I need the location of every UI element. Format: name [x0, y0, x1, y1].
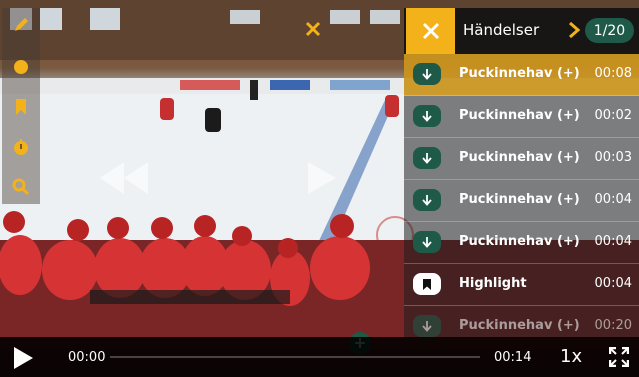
play-button[interactable] — [12, 346, 34, 374]
event-row[interactable]: Highlight 00:04 — [404, 264, 639, 306]
event-label: Puckinnehav (+) — [459, 318, 580, 333]
event-label: Puckinnehav (+) — [459, 192, 580, 207]
arrow-down-icon — [413, 231, 441, 253]
event-label: Puckinnehav (+) — [459, 150, 580, 165]
arrow-down-icon — [413, 315, 441, 337]
event-row[interactable]: Puckinnehav (+) 00:04 — [404, 222, 639, 264]
event-time: 00:08 — [594, 66, 632, 81]
arrow-down-icon — [413, 105, 441, 127]
event-time: 00:04 — [594, 192, 632, 207]
fullscreen-icon[interactable] — [608, 346, 630, 371]
events-panel: Händelser 1/20 Puckinnehav (+) 00:08 Pucki… — [404, 8, 639, 337]
close-icon[interactable] — [295, 11, 331, 47]
event-label: Puckinnehav (+) — [459, 108, 580, 123]
event-time: 00:04 — [594, 234, 632, 249]
arrow-down-icon — [413, 63, 441, 85]
arrow-down-icon — [413, 189, 441, 211]
player-controls: 00:00 00:14 1x — [0, 337, 639, 377]
event-list: Puckinnehav (+) 00:08 Puckinnehav (+) 00:02… — [404, 54, 639, 337]
total-time: 00:14 — [494, 350, 532, 365]
play-icon — [14, 347, 33, 369]
event-row[interactable]: Puckinnehav (+) 00:04 — [404, 180, 639, 222]
event-counter-badge: 1/20 — [585, 18, 634, 43]
event-time: 00:20 — [594, 318, 632, 333]
event-row[interactable]: Puckinnehav (+) 00:03 — [404, 138, 639, 180]
event-label: Puckinnehav (+) — [459, 66, 580, 81]
search-icon[interactable] — [10, 176, 32, 198]
bookmark-icon[interactable] — [10, 96, 32, 118]
event-row[interactable]: Puckinnehav (+) 00:08 — [404, 54, 639, 96]
timer-icon[interactable] — [10, 136, 32, 158]
event-row[interactable]: Puckinnehav (+) 00:20 — [404, 306, 639, 337]
pencil-icon[interactable] — [10, 14, 32, 36]
event-time: 00:02 — [594, 108, 632, 123]
events-panel-header: Händelser 1/20 — [404, 8, 639, 54]
chevron-right-icon[interactable] — [568, 21, 581, 43]
annotation-toolbar — [2, 8, 40, 204]
circle-icon[interactable] — [10, 56, 32, 78]
seek-bar[interactable] — [110, 356, 480, 358]
playback-speed-button[interactable]: 1x — [560, 346, 582, 367]
event-time: 00:03 — [594, 150, 632, 165]
event-row[interactable]: Puckinnehav (+) 00:02 — [404, 96, 639, 138]
current-time: 00:00 — [68, 350, 106, 365]
event-label: Highlight — [459, 276, 527, 291]
event-time: 00:04 — [594, 276, 632, 291]
panel-title: Händelser — [463, 21, 540, 39]
arrow-down-icon — [413, 147, 441, 169]
bookmark-icon — [413, 273, 441, 295]
event-label: Puckinnehav (+) — [459, 234, 580, 249]
close-icon — [422, 22, 439, 40]
panel-close-button[interactable] — [406, 8, 455, 54]
